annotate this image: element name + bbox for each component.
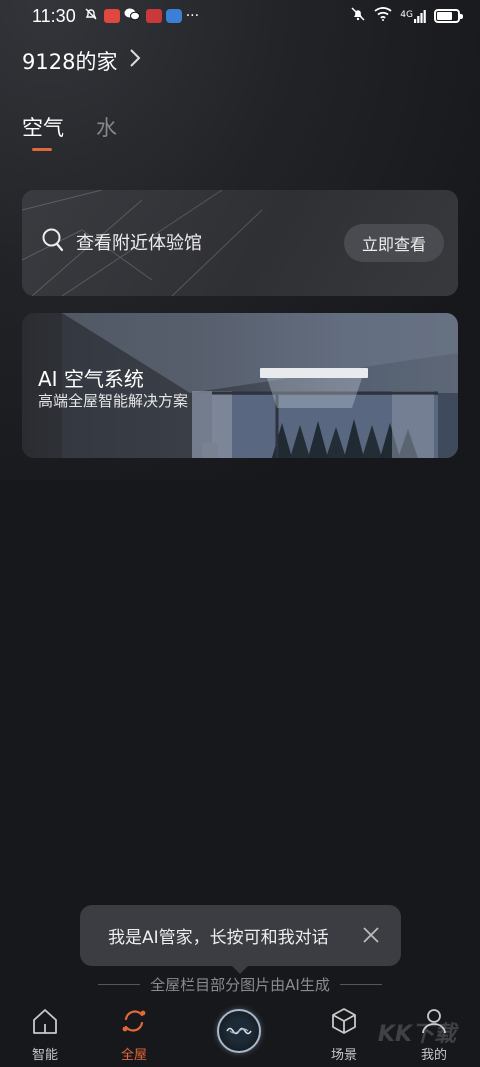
silent-icon: [350, 6, 366, 27]
close-icon[interactable]: [359, 923, 383, 951]
divider: [98, 984, 141, 985]
voice-assistant-icon: [226, 1022, 252, 1041]
browser-icon: [165, 9, 182, 23]
search-icon: [42, 228, 64, 256]
ai-air-system-card[interactable]: AI 空气系统 高端全屋智能解决方案: [22, 313, 458, 458]
ai-card-subtitle: 高端全屋智能解决方案: [38, 392, 189, 410]
divider: [339, 984, 382, 985]
nav-item-smart[interactable]: 智能: [15, 1006, 75, 1063]
battery-icon: [434, 9, 463, 23]
app-notification-icon: [145, 9, 162, 23]
nav-label-scenes: 场景: [330, 1048, 357, 1063]
ai-assistant-toast: 我是AI管家，长按可和我对话: [80, 905, 401, 974]
app-notification-icon: [103, 9, 120, 23]
toast-text: 我是AI管家，长按可和我对话: [108, 928, 329, 948]
status-time: 11:30: [32, 5, 76, 26]
wifi-icon: [374, 6, 392, 26]
status-bar: 11:30 ··· 4G: [0, 0, 480, 32]
house-icon: [30, 1006, 60, 1040]
ai-note-text: 全屋栏目部分图片由AI生成: [150, 976, 330, 994]
tab-water[interactable]: 水: [96, 112, 117, 142]
tab-air[interactable]: 空气: [22, 112, 64, 151]
voice-assistant-button[interactable]: [217, 1009, 261, 1053]
view-now-button[interactable]: 立即查看: [343, 224, 444, 262]
nav-label-smart: 智能: [31, 1048, 58, 1063]
nav-item-scenes[interactable]: 场景: [314, 1006, 374, 1063]
ai-card-title: AI 空气系统: [38, 367, 144, 391]
sync-icon: [119, 1006, 149, 1040]
nearby-showroom-card[interactable]: 查看附近体验馆 立即查看: [22, 190, 458, 296]
wechat-icon: [124, 6, 140, 26]
ai-generated-note: 全屋栏目部分图片由AI生成: [0, 974, 480, 995]
nav-label-whole-home: 全屋: [120, 1048, 147, 1063]
status-right: 4G: [350, 6, 463, 27]
battery-level: [437, 12, 452, 20]
search-row: 查看附近体验馆: [42, 228, 202, 256]
more-notifications: ···: [185, 8, 200, 24]
home-name: 9128的家: [22, 50, 118, 74]
mute-notification-icon: [84, 6, 98, 26]
nav-item-whole-home[interactable]: 全屋: [104, 1006, 164, 1063]
network-type: 4G: [400, 9, 413, 20]
category-tabs: 空气 水: [22, 112, 117, 151]
signal-icon: 4G: [400, 9, 426, 23]
cube-icon: [329, 1006, 359, 1040]
chevron-right-icon: [129, 48, 141, 74]
search-label: 查看附近体验馆: [76, 233, 202, 254]
watermark: KK下载: [377, 1022, 456, 1047]
home-selector[interactable]: 9128的家: [22, 46, 141, 76]
